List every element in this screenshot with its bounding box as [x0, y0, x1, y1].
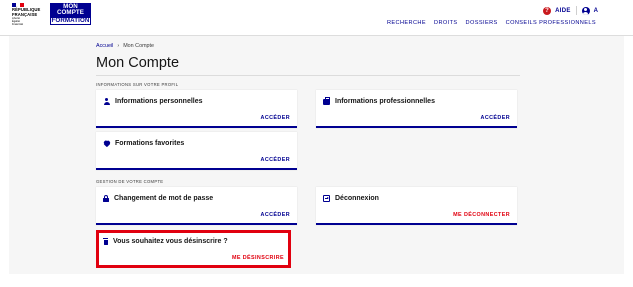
nav-item-dossiers[interactable]: DOSSIERS	[466, 20, 498, 26]
trash-icon	[103, 238, 108, 245]
card-favorites-title: Formations favorites	[115, 140, 185, 147]
logout-link[interactable]: ME DÉCONNECTER	[453, 212, 510, 218]
briefcase-icon	[323, 97, 330, 105]
mon-compte-formation-logo[interactable]: MON COMPTE FORMATION	[50, 3, 91, 26]
password-access-link[interactable]: ACCÉDER	[261, 212, 290, 218]
card-unsubscribe-heading: Vous souhaitez vous désinscrire ?	[103, 238, 228, 245]
section-title-profile: INFORMATIONS SUR VOTRE PROFIL	[96, 82, 179, 87]
account-label: A	[593, 7, 598, 14]
breadcrumb-home-link[interactable]: Accueil	[96, 43, 113, 49]
pro-info-access-link[interactable]: ACCÉDER	[481, 115, 510, 121]
main-navigation: RECHERCHE DROITS DOSSIERS CONSEILS PROFE…	[387, 20, 596, 26]
unsubscribe-link[interactable]: ME DÉSINSCRIRE	[232, 255, 284, 261]
site-header: RÉPUBLIQUE FRANÇAISE Liberté Égalité Fra…	[0, 0, 633, 35]
card-logout-title: Déconnexion	[335, 195, 379, 202]
breadcrumb-current: Mon Compte	[123, 43, 155, 49]
card-pro-info-heading: Informations professionnelles	[323, 97, 435, 105]
favorites-access-link[interactable]: ACCÉDER	[261, 157, 290, 163]
page-title: Mon Compte	[96, 55, 180, 71]
card-favorites-heading: Formations favorites	[103, 140, 184, 147]
account-button[interactable]: A	[581, 6, 598, 15]
card-favorites[interactable]: Formations favorites ACCÉDER	[96, 132, 297, 170]
card-logout[interactable]: Déconnexion ME DÉCONNECTER	[316, 187, 517, 225]
card-personal-info[interactable]: Informations personnelles ACCÉDER	[96, 90, 297, 128]
section-title-account: GESTION DE VOTRE COMPTE	[96, 179, 164, 184]
question-icon: ?	[543, 6, 552, 15]
card-logout-heading: Déconnexion	[323, 195, 379, 202]
logout-icon	[323, 195, 330, 202]
gov-motto-line-3: Fraternité	[12, 22, 24, 26]
card-pro-info[interactable]: Informations professionnelles ACCÉDER	[316, 90, 517, 128]
card-password-heading: Changement de mot de passe	[103, 195, 213, 202]
card-password-title: Changement de mot de passe	[114, 195, 214, 202]
card-unsubscribe[interactable]: Vous souhaitez vous désinscrire ? ME DÉS…	[96, 230, 291, 268]
breadcrumb-separator-icon: ›	[117, 43, 120, 49]
header-divider	[575, 6, 577, 15]
help-button[interactable]: ? AIDE	[543, 6, 571, 15]
breadcrumb: Accueil › Mon Compte	[96, 43, 154, 49]
user-icon	[103, 98, 110, 105]
government-logo[interactable]: RÉPUBLIQUE FRANÇAISE Liberté Égalité Fra…	[12, 3, 46, 31]
user-circle-icon	[581, 6, 590, 15]
title-divider	[96, 75, 520, 76]
card-pro-info-title: Informations professionnelles	[335, 98, 435, 105]
card-personal-info-heading: Informations personnelles	[103, 98, 203, 105]
header-tools: ? AIDE A	[543, 5, 598, 16]
card-personal-info-title: Informations personnelles	[115, 98, 203, 105]
help-label: AIDE	[555, 7, 571, 14]
lock-icon	[103, 195, 109, 202]
heart-icon	[103, 140, 110, 147]
card-unsubscribe-title: Vous souhaitez vous désinscrire ?	[113, 238, 228, 245]
nav-item-droits[interactable]: DROITS	[434, 20, 458, 26]
nav-item-recherche[interactable]: RECHERCHE	[387, 20, 426, 26]
brand-line-3: FORMATION	[50, 16, 91, 26]
personal-info-access-link[interactable]: ACCÉDER	[261, 115, 290, 121]
card-password[interactable]: Changement de mot de passe ACCÉDER	[96, 187, 297, 225]
nav-item-conseils-professionnels[interactable]: CONSEILS PROFESSIONNELS	[506, 20, 596, 26]
